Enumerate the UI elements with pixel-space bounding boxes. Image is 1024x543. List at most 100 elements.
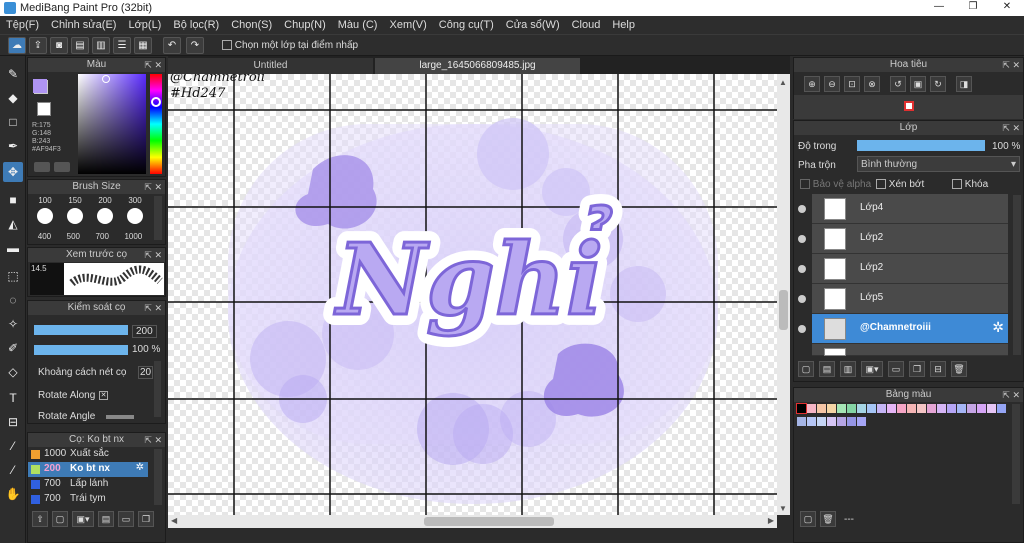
scroll-thumb[interactable] (424, 517, 554, 526)
close-icon[interactable]: ⇱ ✕ (144, 58, 162, 72)
palette-swatch[interactable] (807, 404, 816, 413)
cloud-icon[interactable]: ☁ (8, 37, 26, 54)
palette-swatch[interactable] (847, 417, 856, 426)
pen-tool-icon[interactable]: ✒ (3, 136, 23, 156)
gear-icon[interactable]: ✲ (992, 319, 1004, 336)
scrollbar[interactable] (154, 449, 162, 505)
brush-item[interactable]: 700 Trái tym (28, 492, 148, 507)
palette-swatch[interactable] (877, 404, 886, 413)
menu-file[interactable]: Tệp(F) (0, 16, 45, 34)
merge-layer-icon[interactable]: ⊟ (930, 361, 946, 377)
layer-menu-icon[interactable]: ▣▾ (861, 361, 883, 377)
size-400[interactable]: 400 (38, 232, 51, 241)
palette-swatch[interactable] (967, 404, 976, 413)
tab-large-image[interactable]: large_1645066809485.jpg (375, 58, 580, 74)
sample-merged-option[interactable]: Chọn một lớp tại điểm nhấp (222, 40, 358, 51)
horizontal-scrollbar[interactable]: ◀ ▶ (168, 515, 777, 528)
size-300[interactable]: 300 (128, 196, 141, 205)
close-icon[interactable]: ⇱ ✕ (144, 433, 162, 447)
clipping-checkbox[interactable] (876, 179, 886, 190)
menu-help[interactable]: Help (606, 16, 641, 34)
brush-size-value[interactable]: 200 (132, 325, 157, 338)
new-brush-icon[interactable]: ▢ (52, 511, 68, 527)
palette-swatch[interactable] (907, 404, 916, 413)
edit-brush-icon[interactable]: ▤ (98, 511, 114, 527)
palette-swatch[interactable] (817, 417, 826, 426)
redo-icon[interactable]: ↷ (186, 37, 204, 54)
eye-icon[interactable] (798, 295, 806, 303)
menu-color[interactable]: Màu (C) (332, 16, 384, 34)
palette-swatch[interactable] (837, 417, 846, 426)
secondary-color-swatch[interactable] (37, 102, 51, 116)
add-color-icon[interactable]: ▢ (800, 511, 816, 527)
gradient-tool-icon[interactable]: ▬ (3, 238, 23, 258)
fit-window-icon[interactable]: ▣ (910, 76, 926, 92)
brush-opacity-slider[interactable] (34, 345, 128, 355)
palette-swatch[interactable] (957, 404, 966, 413)
palette-swatch[interactable] (796, 403, 807, 414)
scroll-up-icon[interactable]: ▲ (779, 78, 787, 87)
grid-icon[interactable]: ▦ (134, 37, 152, 54)
lock-checkbox[interactable] (952, 179, 962, 190)
color-option-button[interactable] (34, 162, 50, 172)
menu-window[interactable]: Cửa sổ(W) (500, 16, 566, 34)
scroll-down-icon[interactable]: ▼ (779, 504, 787, 513)
minimize-button[interactable]: — (930, 0, 948, 14)
sample-merged-checkbox[interactable] (222, 40, 232, 51)
size-1000[interactable]: 1000 (124, 232, 142, 241)
saturation-value-picker[interactable] (78, 74, 146, 174)
text-tool-icon[interactable]: T (3, 388, 23, 408)
brush-item-selected[interactable]: 200 Ko bt nx ✲ (28, 462, 148, 477)
eye-icon[interactable] (798, 205, 806, 213)
add-halftone-layer-icon[interactable]: ▤ (819, 361, 835, 377)
eye-icon[interactable] (798, 235, 806, 243)
shape-tool-icon[interactable]: ■ (3, 190, 23, 210)
eye-icon[interactable] (798, 325, 806, 333)
hue-cursor[interactable] (151, 97, 161, 107)
layer-row[interactable]: Lớp2 (812, 224, 1008, 254)
scrollbar[interactable] (154, 196, 162, 240)
rotate-left-icon[interactable]: ↺ (890, 76, 906, 92)
hand-tool-icon[interactable]: ✋ (3, 484, 23, 504)
size-700[interactable]: 700 (96, 232, 109, 241)
add-layer-icon[interactable]: ▢ (798, 361, 814, 377)
scroll-right-icon[interactable]: ▶ (768, 516, 774, 525)
palette-swatch[interactable] (997, 404, 1006, 413)
delete-color-icon[interactable]: 🗑 (820, 511, 836, 527)
scroll-left-icon[interactable]: ◀ (171, 516, 177, 525)
close-icon[interactable]: ⇱ ✕ (1002, 121, 1020, 135)
palette-swatch[interactable] (927, 404, 936, 413)
eyedropper-tool-icon[interactable]: ⁄ (3, 436, 23, 456)
page-icon[interactable]: ▤ (71, 37, 89, 54)
palette-swatch[interactable] (917, 404, 926, 413)
close-icon[interactable]: ⇱ ✕ (144, 180, 162, 194)
share-icon[interactable]: ⇪ (29, 37, 47, 54)
eraser-tool-icon[interactable]: ◆ (3, 88, 23, 108)
canvas-artwork[interactable]: Nghỉ Nghỉ (168, 74, 777, 515)
zoom-in-icon[interactable]: ⊕ (804, 76, 820, 92)
eye-icon[interactable] (798, 265, 806, 273)
palette-swatch[interactable] (847, 404, 856, 413)
spacing-value[interactable]: 20 (138, 366, 154, 379)
copy-icon[interactable]: ❐ (138, 511, 154, 527)
move-tool-icon[interactable]: ✥ (3, 162, 23, 182)
select-eraser-icon[interactable]: ◇ (3, 362, 23, 382)
layer-opacity-slider[interactable] (857, 140, 985, 151)
size-dot[interactable] (127, 208, 143, 224)
delete-layer-icon[interactable]: 🗑 (951, 361, 967, 377)
zoom-reset-icon[interactable]: ⊗ (864, 76, 880, 92)
brush-menu-icon[interactable]: ▣▾ (72, 511, 94, 527)
magic-wand-icon[interactable]: ✧ (3, 314, 23, 334)
vertical-scrollbar[interactable]: ▲ ▼ (777, 74, 790, 515)
rotate-angle-slider[interactable] (106, 415, 134, 419)
layer-row[interactable]: Lớp2 (812, 254, 1008, 284)
size-dot[interactable] (37, 208, 53, 224)
blend-mode-select[interactable]: Bình thường ▾ (857, 156, 1020, 172)
eyedropper2-tool-icon[interactable]: ⁄ (3, 460, 23, 480)
rotate-right-icon[interactable]: ↻ (930, 76, 946, 92)
brush-tool-icon[interactable]: ✎ (3, 64, 23, 84)
size-dot[interactable] (67, 208, 83, 224)
menu-tools[interactable]: Công cụ(T) (433, 16, 500, 34)
palette-swatch[interactable] (807, 417, 816, 426)
protect-alpha-option[interactable]: Bảo vệ alpha (800, 179, 871, 190)
